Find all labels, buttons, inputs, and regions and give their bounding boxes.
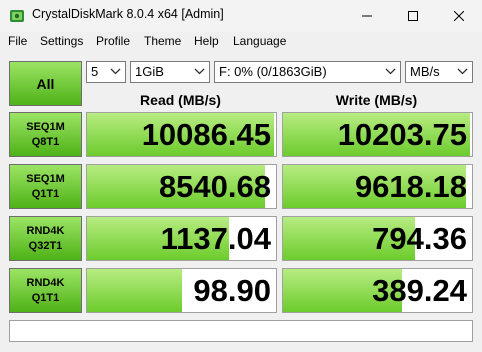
read-result-seq1m-q8t1: 10086.45 [86,112,277,157]
close-button[interactable] [436,0,482,32]
read-column-header: Read (MB/s) [140,92,221,108]
test-name: SEQ1M [26,120,65,133]
drive-value: F: 0% (0/1863GiB) [219,64,327,79]
unit-select[interactable]: MB/s [405,61,473,83]
menu-settings[interactable]: Settings [40,34,83,48]
comment-field[interactable] [9,320,473,342]
read-result-seq1m-q1t1: 8540.68 [86,164,277,209]
test-button-rnd4k-q1t1[interactable]: RND4K Q1T1 [9,268,82,313]
read-value: 10086.45 [141,117,271,152]
test-params: Q1T1 [31,187,60,200]
maximize-icon [408,11,418,21]
maximize-button[interactable] [390,0,436,32]
drive-select[interactable]: F: 0% (0/1863GiB) [214,61,401,83]
test-name: RND4K [26,276,65,289]
test-name: SEQ1M [26,172,65,185]
read-result-rnd4k-q32t1: 1137.04 [86,216,277,261]
chevron-down-icon [110,68,121,75]
test-params: Q32T1 [28,239,63,252]
write-result-seq1m-q1t1: 9618.18 [282,164,473,209]
write-value: 389.24 [372,273,467,308]
write-value: 794.36 [372,221,467,256]
crystaldiskmark-app-icon [10,10,24,22]
write-value: 9618.18 [354,169,467,204]
read-value: 1137.04 [160,221,271,256]
minimize-icon [362,15,372,17]
read-result-rnd4k-q1t1: 98.90 [86,268,277,313]
test-button-seq1m-q8t1[interactable]: SEQ1M Q8T1 [9,112,82,157]
test-size-value: 1GiB [135,64,164,79]
all-button[interactable]: All [9,61,82,106]
write-column-header: Write (MB/s) [335,92,418,108]
write-result-seq1m-q8t1: 10203.75 [282,112,473,157]
test-name: RND4K [26,224,65,237]
chevron-down-icon [194,68,205,75]
read-value: 98.90 [193,273,271,308]
write-result-rnd4k-q32t1: 794.36 [282,216,473,261]
test-params: Q1T1 [31,291,60,304]
read-level-bar [87,269,182,312]
menu-profile[interactable]: Profile [96,34,130,48]
window-title: CrystalDiskMark 8.0.4 x64 [Admin] [32,7,224,21]
menu-language[interactable]: Language [233,34,286,48]
test-button-rnd4k-q32t1[interactable]: RND4K Q32T1 [9,216,82,261]
menu-theme[interactable]: Theme [144,34,181,48]
test-size-select[interactable]: 1GiB [130,61,210,83]
test-count-select[interactable]: 5 [86,61,126,83]
menu-bar: File Settings Profile Theme Help Languag… [0,32,482,51]
menu-help[interactable]: Help [194,34,219,48]
test-params: Q8T1 [31,135,60,148]
read-value: 8540.68 [158,169,271,204]
write-result-rnd4k-q1t1: 389.24 [282,268,473,313]
minimize-button[interactable] [344,0,390,32]
menu-file[interactable]: File [8,34,27,48]
test-count-value: 5 [91,64,99,79]
unit-value: MB/s [410,64,440,79]
chevron-down-icon [457,68,468,75]
close-icon [454,11,464,21]
write-value: 10203.75 [337,117,467,152]
chevron-down-icon [385,68,396,75]
test-button-seq1m-q1t1[interactable]: SEQ1M Q1T1 [9,164,82,209]
title-bar: CrystalDiskMark 8.0.4 x64 [Admin] [0,0,482,32]
